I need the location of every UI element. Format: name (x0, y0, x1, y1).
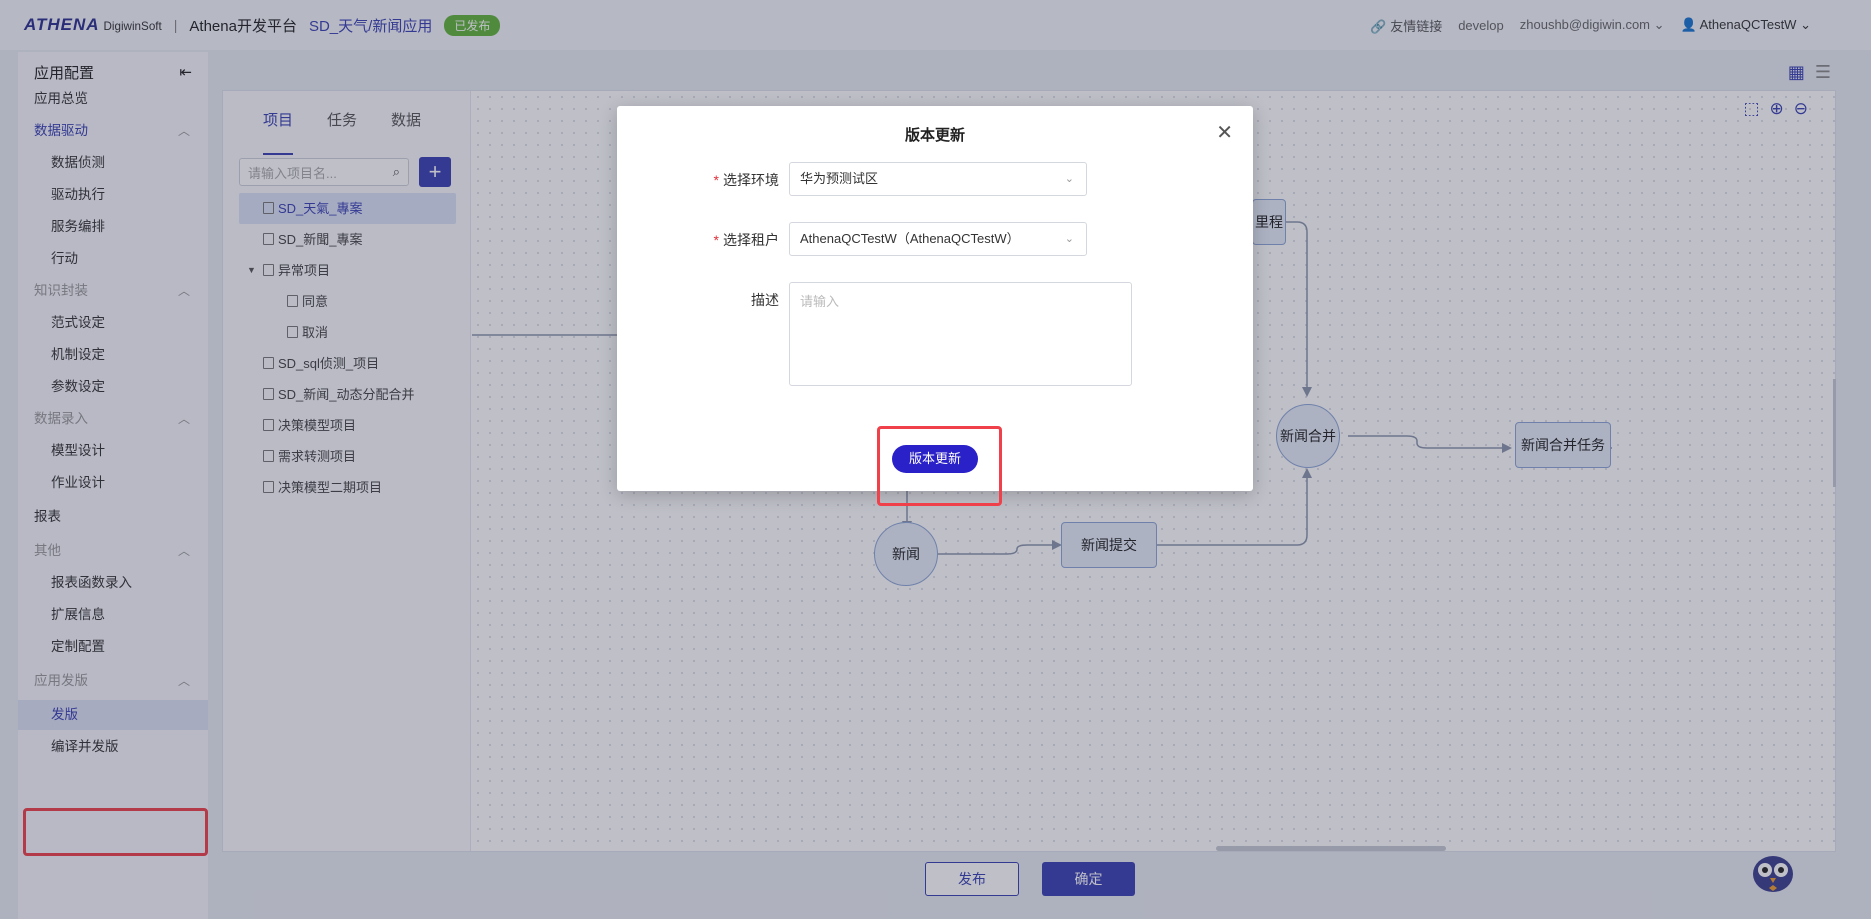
chevron-down-icon: ⌄ (1064, 233, 1074, 245)
description-placeholder: 请输入 (800, 294, 840, 309)
env-select-value: 华为预测试区 (800, 171, 879, 186)
description-textarea[interactable]: 请输入 (789, 282, 1132, 386)
tenant-label: * 选择租户 (713, 232, 779, 248)
required-mark: * (713, 172, 719, 188)
chevron-down-icon: ⌄ (1064, 173, 1074, 185)
env-select[interactable]: 华为预测试区 ⌄ (789, 162, 1087, 196)
tenant-select[interactable]: AthenaQCTestW（AthenaQCTestW） ⌄ (789, 222, 1087, 256)
dialog-title: 版本更新 (904, 127, 965, 144)
env-label: * 选择环境 (713, 172, 779, 188)
required-mark: * (713, 232, 719, 248)
highlight-box-update (877, 426, 1002, 506)
desc-label: 描述 (751, 292, 779, 308)
close-icon[interactable]: ✕ (1216, 120, 1233, 145)
tenant-select-value: AthenaQCTestW（AthenaQCTestW） (800, 231, 1020, 246)
